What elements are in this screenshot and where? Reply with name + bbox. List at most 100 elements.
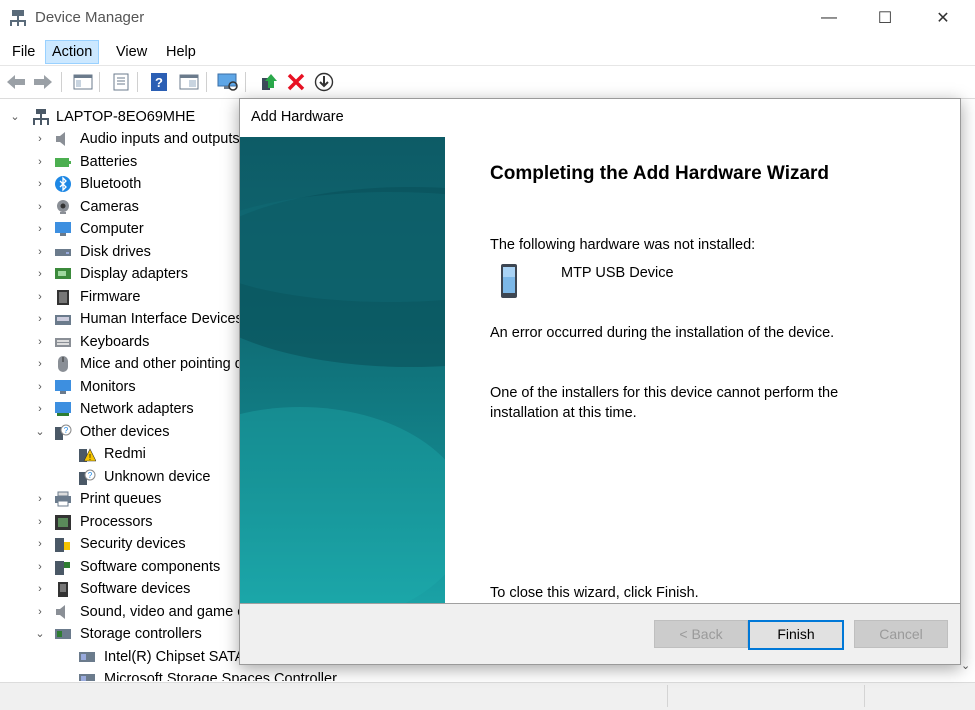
uninstall-button[interactable] [285,71,307,93]
menu-file[interactable]: File [6,41,41,63]
bluetooth-icon [55,176,71,192]
chevron-right-icon[interactable]: › [34,286,46,308]
tree-item-label: Human Interface Devices [80,311,243,327]
menu-action[interactable]: Action [45,40,100,64]
update-driver-button[interactable] [257,71,279,93]
svg-text:?: ? [155,75,163,90]
unknown-device-icon: ? [55,424,72,440]
close-button[interactable]: ✕ [920,0,966,36]
toolbar-separator [206,72,207,92]
menu-bar: File Action View Help [0,37,975,66]
chevron-right-icon[interactable]: › [34,533,46,555]
tree-item-label: Print queues [80,491,162,507]
toolbar-separator [245,72,246,92]
sound-icon [56,604,65,619]
dialog-title: Add Hardware [251,109,344,125]
chevron-right-icon[interactable]: › [34,601,46,623]
close-hint-text: To close this wizard, click Finish. [490,585,699,601]
tree-child-item[interactable]: Microsoft Storage Spaces Controller [0,668,960,681]
scan-hardware-button[interactable] [217,71,239,93]
device-manager-icon [10,10,26,26]
download-button[interactable] [313,71,335,93]
disk-icon [55,248,71,256]
uninstall-icon [287,73,305,91]
view-button[interactable] [178,71,200,93]
dialog-title-bar[interactable]: Add Hardware [240,99,960,137]
title-bar: Device Manager — ☐ ✕ [0,0,975,36]
show-hide-tree-button[interactable] [72,71,94,93]
chevron-right-icon[interactable]: › [34,578,46,600]
tree-item-label: Storage controllers [80,626,202,642]
tree-item-label: Processors [80,513,153,530]
dialog-body: Completing the Add Hardware Wizard The f… [240,137,960,603]
tree-item-label: Disk drives [80,243,151,260]
wizard-heading: Completing the Add Hardware Wizard [490,163,830,184]
chevron-right-icon[interactable]: › [34,556,46,578]
not-installed-text: The following hardware was not installed… [490,237,756,253]
back-icon [7,75,25,89]
finish-button[interactable]: Finish [748,620,844,650]
tree-item-label: Unknown device [104,468,211,485]
usb-device-icon [501,264,517,298]
chevron-right-icon[interactable]: › [34,128,46,150]
detail-text-line-2: installation at this time. [490,405,637,421]
tree-item-label: Keyboards [80,333,150,350]
chevron-right-icon[interactable]: › [34,196,46,218]
chevron-right-icon[interactable]: › [34,376,46,398]
forward-button[interactable] [32,71,54,93]
menu-help[interactable]: Help [160,41,202,63]
tree-root[interactable]: ⌄ LAPTOP-8EO69MHE [0,106,240,128]
chevron-right-icon[interactable]: › [34,398,46,420]
chevron-right-icon[interactable]: › [34,241,46,263]
keyboard-icon [55,337,71,347]
chevron-right-icon[interactable]: › [34,218,46,240]
status-divider [667,685,668,707]
add-hardware-dialog: Add Hardware Completing the Add Hardware… [239,98,961,665]
chevron-right-icon[interactable]: › [34,511,46,533]
hid-icon [55,315,71,325]
device-name: MTP USB Device [561,265,674,281]
back-button[interactable]: < Back [654,620,748,648]
detail-text-line-1: One of the installers for this device ca… [490,385,839,401]
software-device-icon [58,582,68,597]
help-icon: ? [151,73,167,91]
firmware-icon [57,289,69,305]
tree-item-label: Batteries [80,153,138,170]
speaker-icon [56,132,65,146]
back-button[interactable] [5,71,27,93]
display-adapter-icon [55,268,71,279]
tree-item-label: Microsoft Storage Spaces Controller [104,671,337,681]
minimize-button[interactable]: — [806,0,852,36]
menu-view[interactable]: View [110,41,153,63]
chevron-right-icon[interactable]: › [34,331,46,353]
tree-item-label: Computer [80,221,144,237]
maximize-icon: ☐ [877,10,893,27]
dialog-separator [240,603,960,604]
maximize-button[interactable]: ☐ [862,0,908,36]
svg-text:?: ? [64,426,69,435]
status-divider [864,685,865,707]
chevron-right-icon[interactable]: › [34,308,46,330]
help-button[interactable]: ? [148,71,170,93]
cancel-button[interactable]: Cancel [854,620,948,648]
processor-icon [55,514,71,530]
storage-controller-icon [79,651,95,662]
update-driver-icon [262,74,277,90]
properties-icon [113,73,129,91]
chevron-down-icon[interactable]: ⌄ [34,421,46,443]
chevron-right-icon[interactable]: › [34,353,46,375]
wizard-banner-art [240,187,445,603]
battery-icon [55,157,71,167]
chevron-right-icon[interactable]: › [34,151,46,173]
computer-root-icon [33,109,49,125]
chevron-right-icon[interactable]: › [34,488,46,510]
scroll-down-icon[interactable]: ⌄ [961,659,970,672]
chevron-down-icon[interactable]: ⌄ [9,106,21,128]
network-icon [55,402,71,416]
toolbar-separator [137,72,138,92]
chevron-right-icon[interactable]: › [34,263,46,285]
view-icon [179,74,199,90]
chevron-down-icon[interactable]: ⌄ [34,623,46,645]
properties-button[interactable] [110,71,132,93]
chevron-right-icon[interactable]: › [34,173,46,195]
